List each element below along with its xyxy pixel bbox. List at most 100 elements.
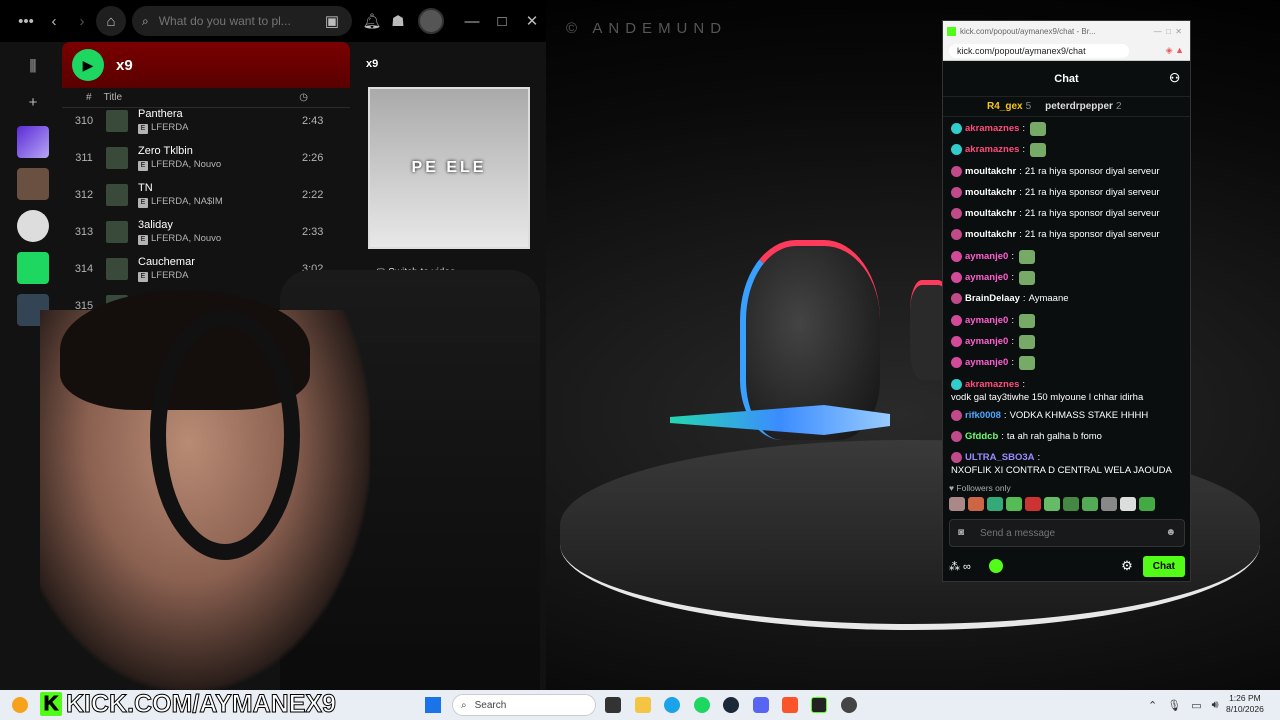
add-icon[interactable]: + [19, 88, 47, 116]
users-icon[interactable]: ⚇ [1169, 71, 1180, 85]
avatar[interactable] [418, 8, 444, 34]
chat-username[interactable]: moultakchr [965, 228, 1016, 241]
chat-username[interactable]: aymanje0 [965, 250, 1008, 263]
chat-username[interactable]: ULTRA_SBO3A [965, 451, 1035, 464]
more-icon[interactable]: ••• [12, 7, 40, 35]
chat-username[interactable]: akramaznes [965, 378, 1019, 391]
message-input-box[interactable]: ◙ ☻ [949, 519, 1185, 547]
track-artist[interactable]: LFERDA [151, 122, 188, 133]
track-artist[interactable]: LFERDA, Nouvo [151, 233, 221, 244]
home-icon[interactable]: ⌂ [96, 6, 126, 36]
app-icon[interactable] [841, 697, 857, 713]
emote-row[interactable] [949, 497, 1155, 511]
chat-username[interactable]: BrainDelaay [965, 292, 1020, 305]
chat-username[interactable]: moultakchr [965, 186, 1016, 199]
message-input[interactable] [978, 526, 1148, 540]
track-art [106, 109, 128, 132]
chat-username[interactable]: moultakchr [965, 207, 1016, 220]
track-artist[interactable]: LFERDA, Nouvo [151, 159, 221, 170]
chat-username[interactable]: aymanje0 [965, 356, 1008, 369]
play-button[interactable]: ▶ [72, 49, 104, 81]
emoji-picker-icon[interactable]: ◙ [958, 527, 964, 538]
kick-icon[interactable] [988, 559, 1003, 573]
chat-username[interactable]: aymanje0 [965, 314, 1008, 327]
edge-icon[interactable] [664, 697, 680, 713]
mic-icon[interactable]: 🎙︎ [1167, 699, 1181, 712]
clock-time: 1:26 PM [1229, 693, 1261, 703]
friends-icon[interactable]: ☗ [384, 7, 412, 35]
chat-header: Chat ⚇ [943, 61, 1190, 97]
points-icon[interactable]: ⁂ ∞ [949, 560, 971, 573]
clock[interactable]: 1:26 PM 8/10/2026 [1226, 693, 1264, 715]
emote-icon[interactable]: ☻ [1165, 527, 1176, 538]
library-tile[interactable] [17, 168, 49, 200]
sub-badge [951, 293, 962, 305]
minimize-icon[interactable]: — [458, 7, 486, 35]
bell-icon[interactable]: 🔔︎ [358, 7, 386, 35]
sub-badge [951, 430, 962, 442]
chat-username[interactable]: Gfddcb [965, 430, 998, 443]
taskbar-search[interactable]: ⌕ Search [452, 694, 596, 716]
col-title[interactable]: Title [104, 92, 123, 103]
track-name[interactable]: TN [138, 181, 302, 195]
gear-icon[interactable]: ⚙ [1121, 558, 1133, 574]
network-icon[interactable]: ▭ [1191, 699, 1201, 712]
gifter-1[interactable]: R4_gex 5 [987, 101, 1031, 112]
track-name[interactable]: Panthera [138, 107, 302, 121]
back-icon[interactable]: ‹ [40, 7, 68, 35]
chat-colon: : [1019, 229, 1022, 241]
file-explorer-icon[interactable] [635, 697, 651, 713]
url-bar[interactable]: kick.com/popout/aymanex9/chat ◈ ▲ [943, 41, 1190, 61]
library-icon[interactable]: ⫼ [19, 52, 47, 80]
weather-icon[interactable] [12, 697, 28, 713]
steam-icon[interactable] [723, 697, 739, 713]
chat-text: VODKA KHMASS STAKE HHHH [1009, 409, 1149, 421]
chat-username[interactable]: aymanje0 [965, 335, 1008, 348]
track-artist[interactable]: LFERDA, NA$IM [151, 196, 223, 207]
search-input[interactable] [156, 13, 307, 29]
track-row[interactable]: 311 Zero Tklbin E LFERDA, Nouvo 2:26 [62, 139, 350, 176]
discord-icon[interactable] [753, 697, 769, 713]
chat-message: aymanje0: [951, 266, 1182, 287]
liked-songs-tile[interactable] [17, 126, 49, 158]
chat-colon: : [1011, 272, 1014, 284]
album-art[interactable]: PE ELE [368, 87, 530, 249]
brave-icon[interactable] [782, 697, 798, 713]
volume-icon[interactable]: 🔊︎ [1212, 699, 1219, 712]
sub-badge [951, 409, 962, 421]
send-chat-button[interactable]: Chat [1142, 555, 1185, 577]
brave-shield-icon[interactable]: ◈ ▲ [1166, 45, 1184, 56]
window-controls[interactable]: — □ ✕ [1154, 27, 1182, 36]
taskbar-search-label: Search [474, 699, 507, 711]
chat-colon: : [1001, 430, 1004, 442]
sub-badge [951, 229, 962, 241]
chat-username[interactable]: aymanje0 [965, 271, 1008, 284]
chat-username[interactable]: akramaznes [965, 143, 1019, 156]
artist-tile[interactable] [17, 210, 49, 242]
chat-username[interactable]: akramaznes [965, 122, 1019, 135]
start-icon[interactable] [425, 697, 441, 713]
task-view-icon[interactable] [605, 697, 621, 713]
gifter-2[interactable]: peterdrpepper 2 [1045, 101, 1121, 112]
track-row[interactable]: 312 TN E LFERDA, NA$IM 2:22 [62, 176, 350, 213]
forward-icon[interactable]: › [68, 7, 96, 35]
chevron-up-icon[interactable]: ⌃ [1148, 699, 1157, 712]
url-text[interactable]: kick.com/popout/aymanex9/chat [949, 43, 1129, 58]
explicit-badge: E [138, 123, 148, 134]
close-icon[interactable]: ✕ [518, 7, 546, 35]
track-row[interactable]: 313 3aliday E LFERDA, Nouvo 2:33 [62, 213, 350, 250]
track-number: 312 [74, 188, 94, 201]
maximize-icon[interactable]: □ [488, 7, 516, 35]
chat-message: aymanje0: [951, 245, 1182, 266]
chat-username[interactable]: moultakchr [965, 165, 1016, 178]
chat-username[interactable]: rifk0008 [965, 409, 1001, 422]
browse-icon[interactable]: ▣ [318, 7, 346, 35]
track-name[interactable]: 3aliday [138, 218, 302, 232]
track-name[interactable]: Cauchemar [138, 255, 302, 269]
terminal-icon[interactable] [811, 697, 827, 713]
track-row[interactable]: 310 Panthera E LFERDA 2:43 [62, 102, 350, 139]
track-name[interactable]: Zero Tklbin [138, 144, 302, 158]
clock-date: 8/10/2026 [1226, 704, 1264, 714]
spotify-topbar: ••• ‹ › ⌂ ⌕ ▣ 🔔︎ ☗ — □ ✕ [0, 0, 546, 42]
spotify-icon[interactable] [694, 697, 710, 713]
